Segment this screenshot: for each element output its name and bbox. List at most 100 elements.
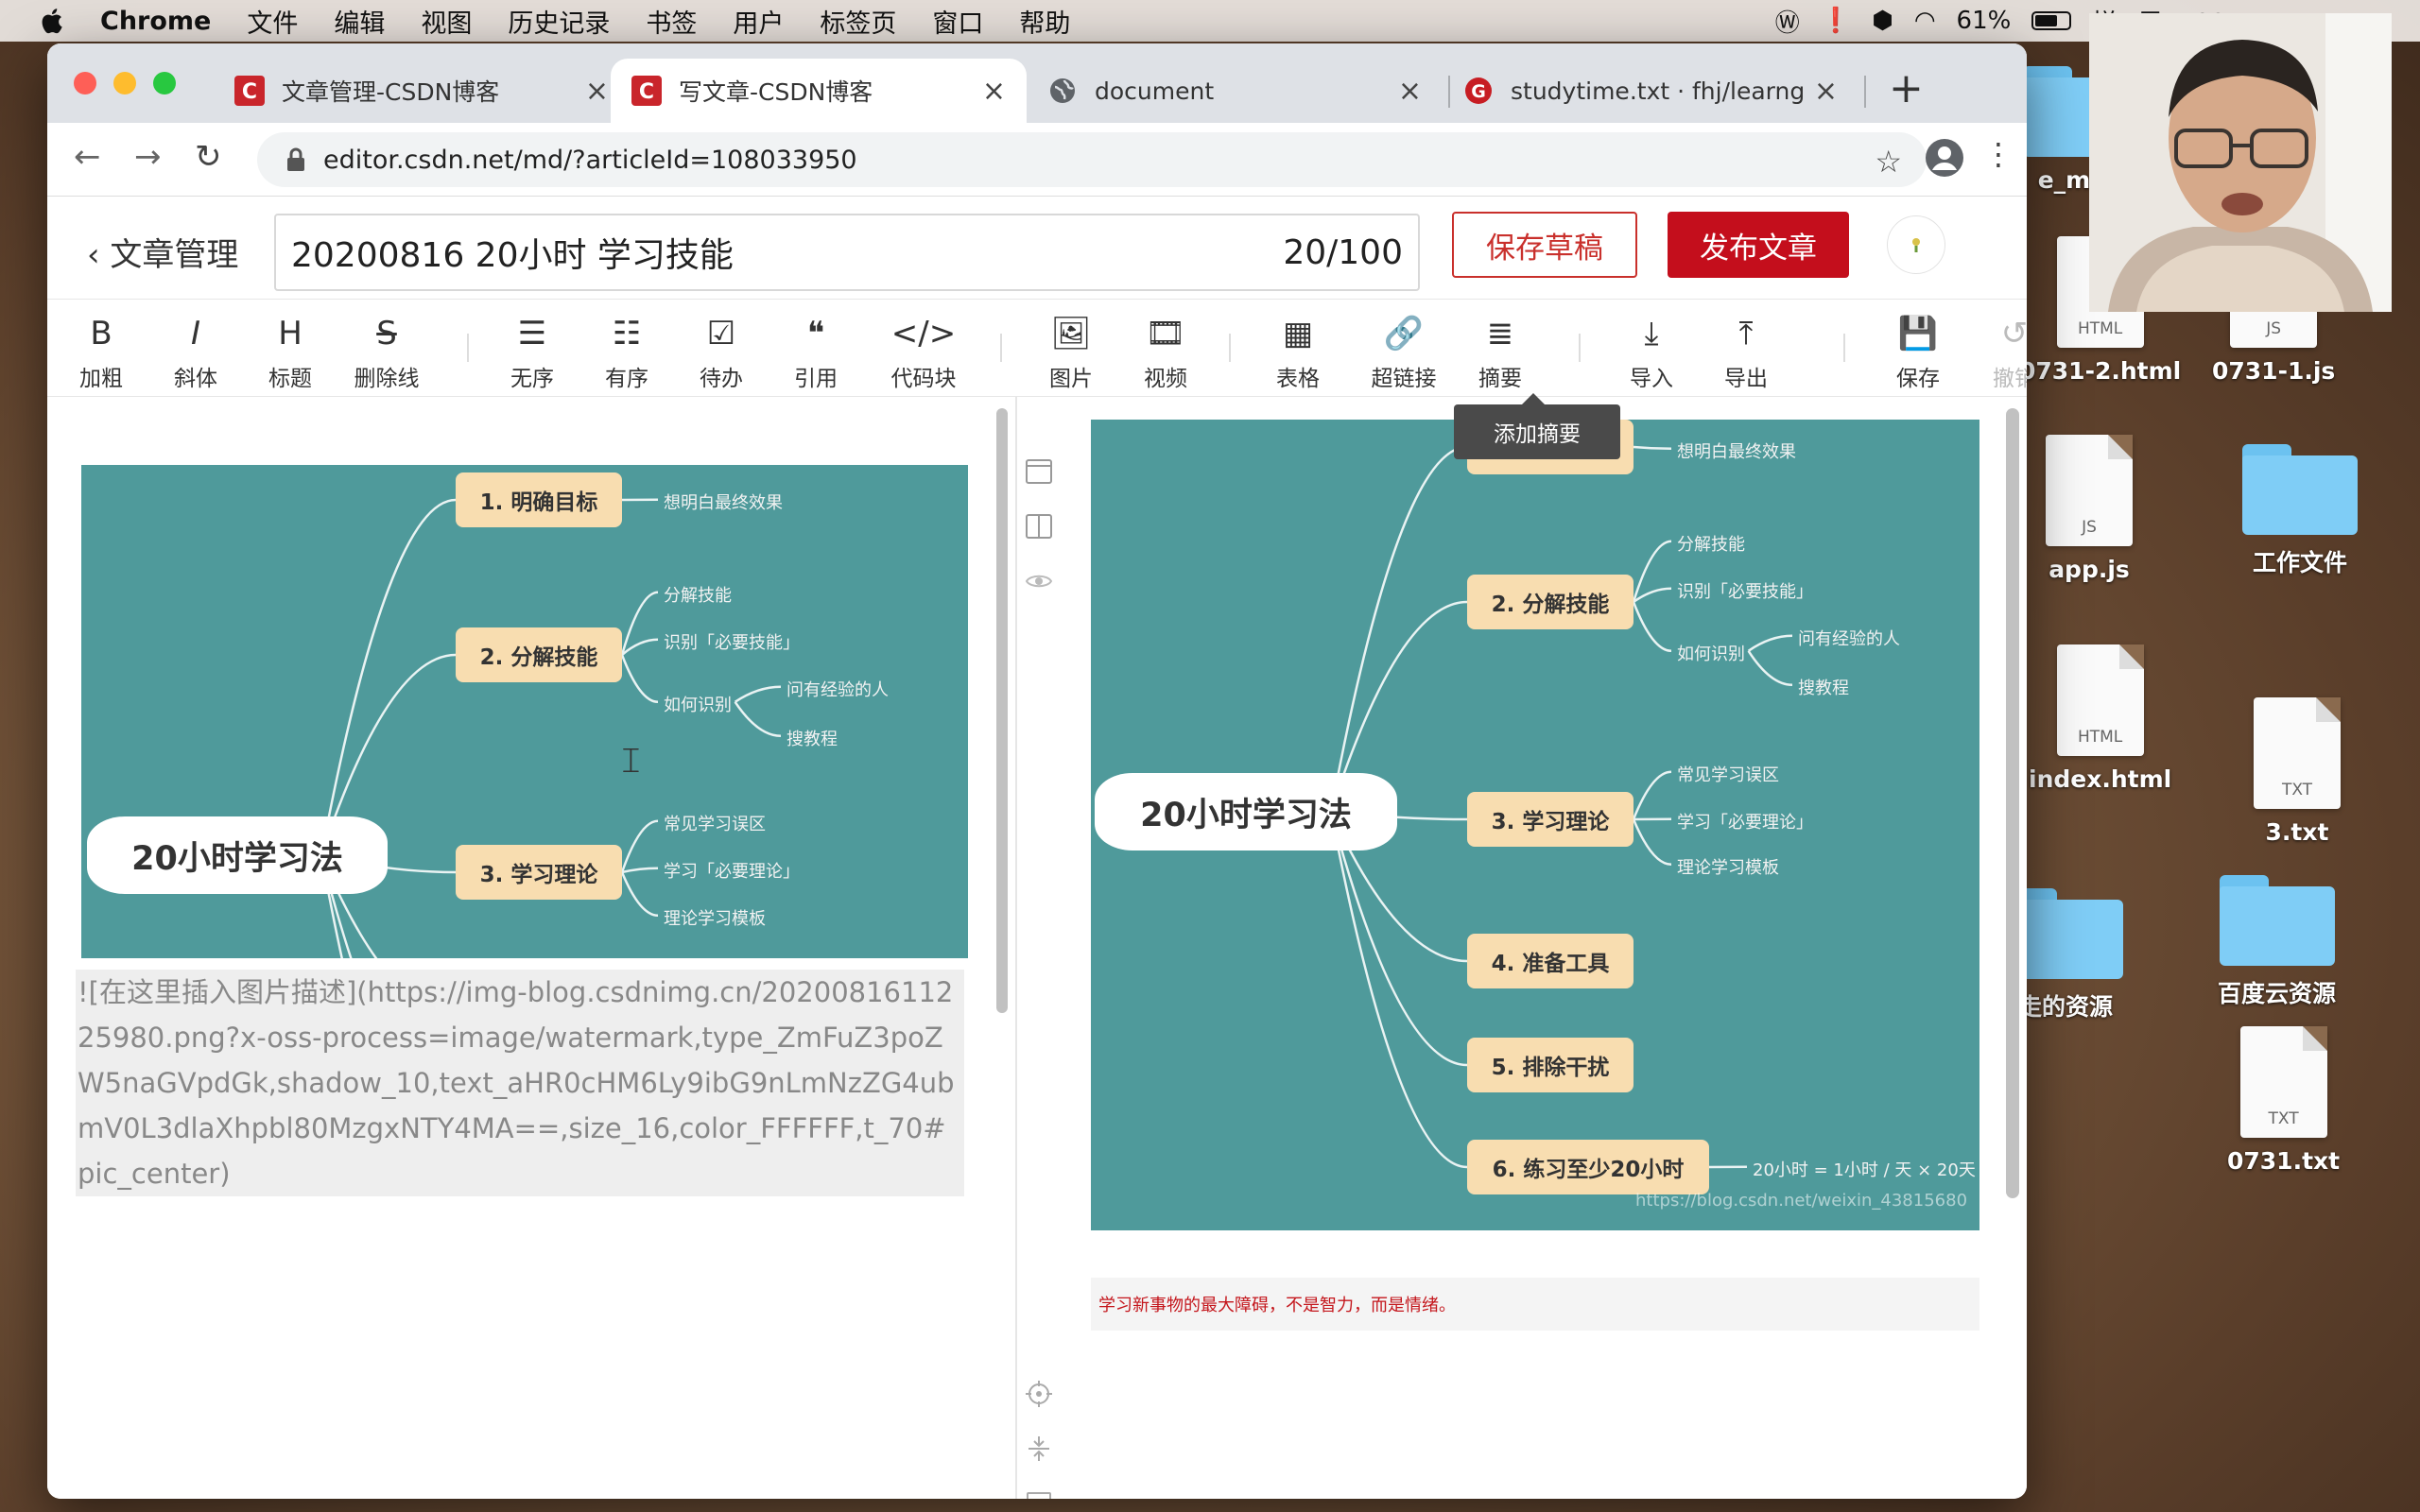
toolbar-import-button[interactable]: ⤓ 导入 bbox=[1609, 300, 1694, 398]
desktop-icon-baidu-cloud[interactable]: 百度云资源 bbox=[2218, 875, 2336, 1009]
desktop-icon-label: 工作文件 bbox=[2252, 549, 2347, 576]
toolbar-video-button[interactable]: 🎞 视频 bbox=[1123, 300, 1208, 398]
toolbar-label: 导出 bbox=[1724, 367, 1768, 391]
mindmap-leaf: 识别「必要技能」 bbox=[1677, 582, 1813, 602]
minimize-window-button[interactable] bbox=[113, 72, 136, 94]
toolbar-code-block-button[interactable]: </> 代码块 bbox=[881, 300, 966, 398]
apple-icon[interactable] bbox=[38, 7, 64, 35]
tab-title: studytime.txt · fhj/learngit - bbox=[1511, 77, 1805, 105]
shield-icon[interactable]: ⬢ bbox=[1872, 7, 1893, 35]
wps-icon[interactable]: Ⓦ bbox=[1775, 4, 1800, 39]
toolbar-separator bbox=[1229, 334, 1231, 362]
mindmap-leaf: 想明白最终效果 bbox=[1677, 442, 1796, 462]
menu-tab[interactable]: 标签页 bbox=[820, 3, 896, 40]
desktop-icon-3-txt[interactable]: TXT 3.txt bbox=[2254, 697, 2341, 846]
desktop-icon-app-js[interactable]: JS app.js bbox=[2046, 435, 2133, 583]
preview-scrollbar[interactable] bbox=[2006, 408, 2019, 1198]
article-title-input[interactable]: 20200816 20小时 学习技能 20/100 bbox=[274, 214, 1420, 291]
back-icon[interactable]: ← bbox=[74, 138, 101, 176]
toolbar-label: 有序 bbox=[605, 367, 648, 391]
toolbar-image-button[interactable]: 🖼 图片 bbox=[1028, 300, 1114, 398]
csdn-icon: C bbox=[631, 76, 662, 106]
save-draft-button[interactable]: 保存草稿 bbox=[1452, 212, 1637, 278]
mindmap-branch-node: 3. 学习理论 bbox=[456, 845, 622, 900]
layout-single-icon[interactable] bbox=[1025, 457, 1053, 486]
close-tab-icon[interactable]: × bbox=[585, 75, 609, 108]
toolbar-label: 保存 bbox=[1896, 367, 1940, 391]
avatar[interactable] bbox=[1887, 215, 1945, 274]
webcam-person-image bbox=[2089, 13, 2392, 312]
back-to-articles-link[interactable]: ‹ 文章管理 bbox=[87, 229, 238, 275]
table-icon: ▦ bbox=[1282, 315, 1314, 352]
desktop-icon-0731-txt[interactable]: TXT 0731.txt bbox=[2227, 1026, 2340, 1175]
menu-view[interactable]: 视图 bbox=[421, 3, 472, 40]
file-ext: HTML bbox=[2077, 728, 2123, 747]
desktop-icon-label: 0731.txt bbox=[2227, 1147, 2341, 1175]
menu-file[interactable]: 文件 bbox=[247, 3, 298, 40]
mindmap-leaf: 学习「必要理论」 bbox=[1677, 813, 1813, 833]
toolbar-unordered-list-button[interactable]: ☰ 无序 bbox=[490, 300, 575, 398]
desktop-icon-label: 0731-1.js bbox=[2212, 357, 2336, 385]
toolbar-todo-list-button[interactable]: ☑ 待办 bbox=[679, 300, 764, 398]
preview-eye-icon[interactable] bbox=[1025, 567, 1053, 595]
menu-app-name[interactable]: Chrome bbox=[100, 7, 211, 36]
close-window-button[interactable] bbox=[74, 72, 96, 94]
reload-icon[interactable]: ↻ bbox=[195, 138, 222, 176]
menu-edit[interactable]: 编辑 bbox=[334, 3, 385, 40]
menu-history[interactable]: 历史记录 bbox=[508, 3, 610, 40]
mindmap-leaf: 问有经验的人 bbox=[1798, 629, 1900, 649]
tab-write-article[interactable]: C 写文章-CSDN博客 × bbox=[611, 59, 1027, 123]
wifi-icon[interactable]: ◠ bbox=[1914, 7, 1936, 35]
lock-icon[interactable] bbox=[285, 147, 306, 172]
alert-icon[interactable]: ❗ bbox=[1821, 7, 1851, 35]
close-tab-icon[interactable]: × bbox=[982, 75, 1006, 108]
mindmap-connector bbox=[1632, 601, 1672, 653]
tab-studytime[interactable]: G studytime.txt · fhj/learngit - × bbox=[1443, 59, 1858, 123]
tab-document[interactable]: document × bbox=[1027, 59, 1443, 123]
zoom-window-button[interactable] bbox=[153, 72, 176, 94]
mindmap-image-preview: 20小时学习法1. 明确目标想明白最终效果2. 分解技能分解技能识别「必要技能」… bbox=[1091, 420, 1979, 1230]
kebab-menu-icon[interactable]: ⋮ bbox=[1983, 136, 2014, 172]
toolbar-ordered-list-button[interactable]: ☷ 有序 bbox=[584, 300, 669, 398]
close-tab-icon[interactable]: × bbox=[1814, 75, 1838, 108]
tab-article-management[interactable]: C 文章管理-CSDN博客 × bbox=[214, 59, 630, 123]
toolbar-heading-button[interactable]: H 标题 bbox=[248, 300, 333, 398]
toolbar-summary-button[interactable]: ≣ 摘要 bbox=[1458, 300, 1543, 398]
menu-bookmarks[interactable]: 书签 bbox=[646, 3, 697, 40]
toolbar-bold-button[interactable]: B 加粗 bbox=[59, 300, 144, 398]
menu-help[interactable]: 帮助 bbox=[1019, 3, 1070, 40]
mindmap-leaf: 理论学习模板 bbox=[1677, 858, 1779, 878]
toolbar-quote-button[interactable]: ❝ 引用 bbox=[773, 300, 858, 398]
bookmark-star-icon[interactable]: ☆ bbox=[1875, 144, 1902, 180]
locate-icon[interactable] bbox=[1025, 1380, 1053, 1408]
screen-icon[interactable] bbox=[1025, 1489, 1053, 1499]
mindmap-connector bbox=[1632, 818, 1672, 867]
desktop-icon-work-files[interactable]: 工作文件 bbox=[2242, 444, 2358, 578]
address-bar[interactable]: editor.csdn.net/md/?articleId=108033950 … bbox=[257, 132, 1927, 187]
toolbar-strikethrough-button[interactable]: S 删除线 bbox=[344, 300, 429, 398]
sync-scroll-icon[interactable] bbox=[1025, 1435, 1053, 1463]
toolbar-export-button[interactable]: ⤒ 导出 bbox=[1703, 300, 1789, 398]
desktop-icon-index-html[interactable]: HTML index.html bbox=[2029, 644, 2171, 793]
menu-people[interactable]: 用户 bbox=[733, 3, 784, 40]
markdown-source-text[interactable]: ![在这里插入图片描述](https://img-blog.csdnimg.cn… bbox=[76, 970, 964, 1196]
file-ext: JS bbox=[2082, 518, 2097, 537]
toolbar-link-button[interactable]: 🔗 超链接 bbox=[1361, 300, 1446, 398]
editor-scrollbar[interactable] bbox=[996, 408, 1008, 1013]
battery-icon[interactable] bbox=[2031, 11, 2072, 30]
new-tab-icon[interactable]: + bbox=[1889, 68, 1924, 110]
toolbar-undo-button[interactable]: ↺ 撤销 bbox=[1972, 300, 2027, 398]
lightbulb-icon bbox=[1912, 238, 1920, 252]
battery-percent[interactable]: 61% bbox=[1957, 7, 2012, 35]
profile-icon[interactable] bbox=[1925, 138, 1964, 178]
menu-window[interactable]: 窗口 bbox=[932, 3, 983, 40]
close-tab-icon[interactable]: × bbox=[1398, 75, 1422, 108]
toolbar-label: 待办 bbox=[700, 367, 743, 391]
publish-article-button[interactable]: 发布文章 bbox=[1668, 212, 1849, 278]
title-char-counter: 20/100 bbox=[1283, 232, 1403, 272]
toolbar-italic-button[interactable]: I 斜体 bbox=[153, 300, 238, 398]
toolbar-save-button[interactable]: 💾 保存 bbox=[1876, 300, 1961, 398]
layout-split-icon[interactable] bbox=[1025, 512, 1053, 541]
toolbar-table-button[interactable]: ▦ 表格 bbox=[1255, 300, 1340, 398]
forward-icon[interactable]: → bbox=[134, 138, 162, 176]
